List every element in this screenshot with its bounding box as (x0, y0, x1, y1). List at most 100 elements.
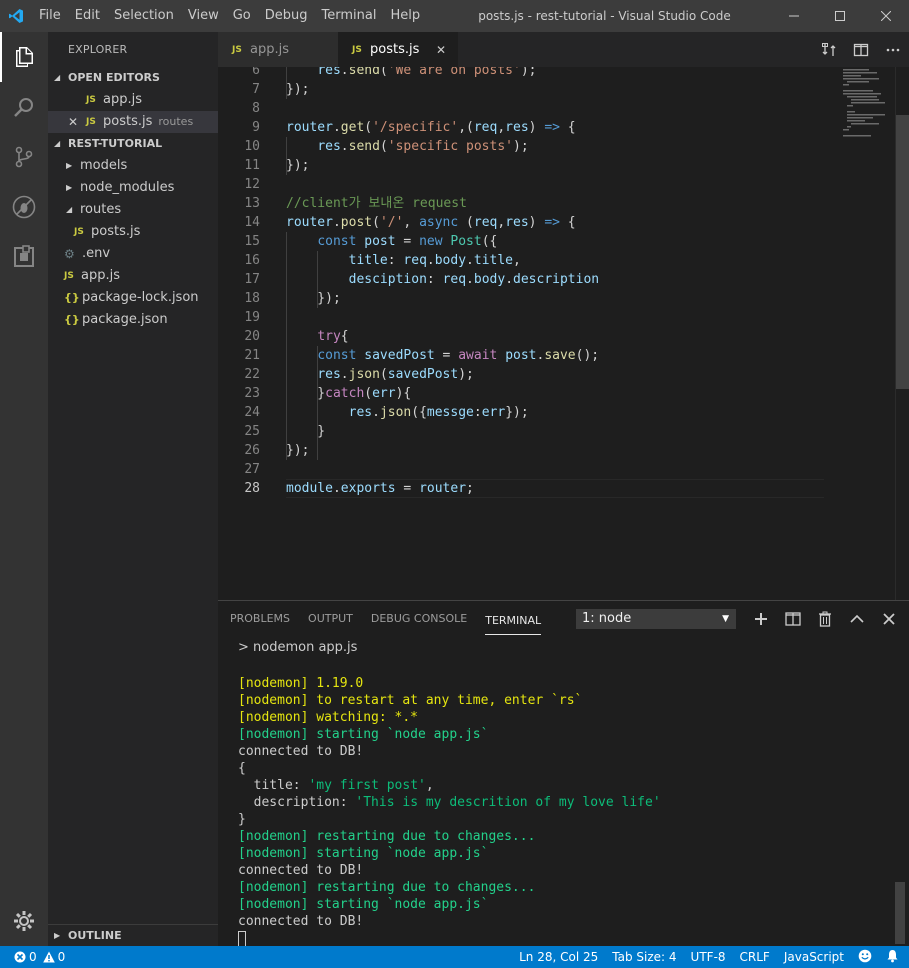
open-changes-button[interactable] (813, 32, 845, 67)
code-line[interactable]: 21 const savedPost = await post.save(); (218, 346, 838, 365)
code-line[interactable]: 8 (218, 99, 838, 118)
code-text: try{ (286, 327, 348, 346)
tab-app-js[interactable]: JS app.js (218, 32, 338, 67)
code-line[interactable]: 27 (218, 460, 838, 479)
code-token: err (372, 386, 396, 401)
code-token: savedPost (364, 348, 435, 363)
maximize-panel-button[interactable] (841, 601, 873, 637)
close-icon[interactable]: ✕ (68, 111, 86, 133)
tree-file-env[interactable]: ⚙ .env (48, 243, 218, 265)
more-actions-button[interactable] (877, 32, 909, 67)
split-editor-button[interactable] (845, 32, 877, 67)
encoding[interactable]: UTF-8 (691, 950, 726, 964)
code-line[interactable]: 6 res.send('We are on posts'); (218, 67, 838, 80)
code-line[interactable]: 10 res.send('specific posts'); (218, 137, 838, 156)
menu-debug[interactable]: Debug (258, 0, 315, 32)
code-line[interactable]: 16 title: req.body.title, (218, 251, 838, 270)
code-token: res (505, 215, 529, 230)
code-line[interactable]: 25 } (218, 422, 838, 441)
maximize-button[interactable] (817, 0, 863, 32)
tab-posts-js[interactable]: JS posts.js ✕ (338, 32, 458, 67)
code-line[interactable]: 19 (218, 308, 838, 327)
close-panel-button[interactable] (873, 601, 905, 637)
error-icon (14, 951, 26, 963)
tab-debug-console[interactable]: DEBUG CONSOLE (371, 601, 467, 637)
code-line[interactable]: 11}); (218, 156, 838, 175)
scrollbar-thumb[interactable] (895, 882, 905, 944)
code-line[interactable]: 18 }); (218, 289, 838, 308)
code-line[interactable]: 13 //client가 보내온 request (218, 194, 838, 213)
kill-terminal-button[interactable] (809, 601, 841, 637)
feedback-button[interactable] (858, 949, 872, 966)
code-line[interactable]: 22 res.json(savedPost); (218, 365, 838, 384)
code-line[interactable]: 12 (218, 175, 838, 194)
code-line[interactable]: 17 desciption: req.body.description (218, 270, 838, 289)
code-text: res.json(savedPost); (286, 365, 474, 384)
code-line[interactable]: 23 }catch(err){ (218, 384, 838, 403)
code-line[interactable]: 24 res.json({messge:err}); (218, 403, 838, 422)
tab-terminal[interactable]: TERMINAL (485, 607, 542, 635)
close-window-button[interactable] (863, 0, 909, 32)
tree-file-posts-js[interactable]: JS posts.js (48, 221, 218, 243)
terminal-output[interactable]: > nodemon app.js [nodemon] 1.19.0 [nodemo… (238, 638, 898, 947)
code-token: ); (458, 367, 474, 382)
tree-folder-node-modules[interactable]: ▶ node_modules (48, 177, 218, 199)
menu-view[interactable]: View (181, 0, 226, 32)
problems-status[interactable]: 0 0 (0, 946, 65, 968)
terminal-instance-select[interactable]: 1: node ▼ (576, 609, 736, 629)
minimize-button[interactable] (771, 0, 817, 32)
tab-size[interactable]: Tab Size: 4 (612, 950, 676, 964)
search-activity-button[interactable] (0, 82, 48, 132)
split-terminal-button[interactable] (777, 601, 809, 637)
minimap[interactable] (841, 67, 895, 147)
scrollbar-thumb[interactable] (896, 115, 909, 389)
close-icon[interactable]: ✕ (436, 43, 446, 57)
menu-edit[interactable]: Edit (68, 0, 107, 32)
code-token: ); (520, 67, 537, 78)
notifications-button[interactable] (886, 949, 899, 966)
menu-terminal[interactable]: Terminal (315, 0, 384, 32)
code-line[interactable]: 26}); (218, 441, 838, 460)
menu-go[interactable]: Go (226, 0, 258, 32)
code-editor[interactable]: 6 res.send('We are on posts'); 7}); 8 9 rout… (218, 67, 909, 600)
bell-icon (887, 949, 898, 962)
tree-folder-models[interactable]: ▶ models (48, 155, 218, 177)
terminal-line: [nodemon] starting `node app.js` (238, 896, 898, 913)
editor-vertical-scrollbar[interactable] (895, 67, 909, 600)
open-editor-app-js[interactable]: JS app.js (48, 89, 218, 111)
tab-output[interactable]: OUTPUT (308, 601, 353, 637)
tab-problems[interactable]: PROBLEMS (230, 601, 290, 637)
tree-file-app-js[interactable]: JS app.js (48, 265, 218, 287)
code-line[interactable]: 14 router.post('/', async (req,res) => { (218, 213, 838, 232)
source-control-activity-button[interactable] (0, 132, 48, 182)
menu-help[interactable]: Help (383, 0, 427, 32)
new-terminal-button[interactable] (745, 601, 777, 637)
menu-selection[interactable]: Selection (107, 0, 181, 32)
end-of-line[interactable]: CRLF (740, 950, 770, 964)
tree-file-package-json[interactable]: {} package.json (48, 309, 218, 331)
code-token: . (332, 215, 341, 230)
terminal-scrollbar[interactable] (895, 637, 909, 947)
open-editor-posts-js[interactable]: ✕ JS posts.js routes (48, 111, 218, 133)
code-line[interactable]: 9 router.get('/specific',(req,res) => { (218, 118, 838, 137)
explorer-activity-button[interactable] (0, 32, 48, 82)
code-line[interactable]: 20 try{ (218, 327, 838, 346)
project-header[interactable]: ◢ REST-TUTORIAL (48, 133, 218, 155)
extensions-activity-button[interactable] (0, 232, 48, 282)
code-line[interactable]: 28 module.exports = router; (218, 479, 838, 498)
tree-folder-routes[interactable]: ◢ routes (48, 199, 218, 221)
cursor-position[interactable]: Ln 28, Col 25 (519, 950, 598, 964)
debug-activity-button[interactable] (0, 182, 48, 232)
json-file-icon: {} (64, 313, 80, 326)
menu-file[interactable]: File (32, 0, 68, 32)
manage-button[interactable] (0, 896, 48, 946)
open-editors-header[interactable]: ◢ OPEN EDITORS (48, 67, 218, 89)
code-line[interactable]: 15 const post = new Post({ (218, 232, 838, 251)
tree-file-package-lock-json[interactable]: {} package-lock.json (48, 287, 218, 309)
code-line[interactable]: 7}); (218, 80, 838, 99)
smiley-icon (858, 949, 872, 962)
outline-header[interactable]: ▶ OUTLINE (48, 924, 218, 946)
language-mode[interactable]: JavaScript (784, 950, 844, 964)
